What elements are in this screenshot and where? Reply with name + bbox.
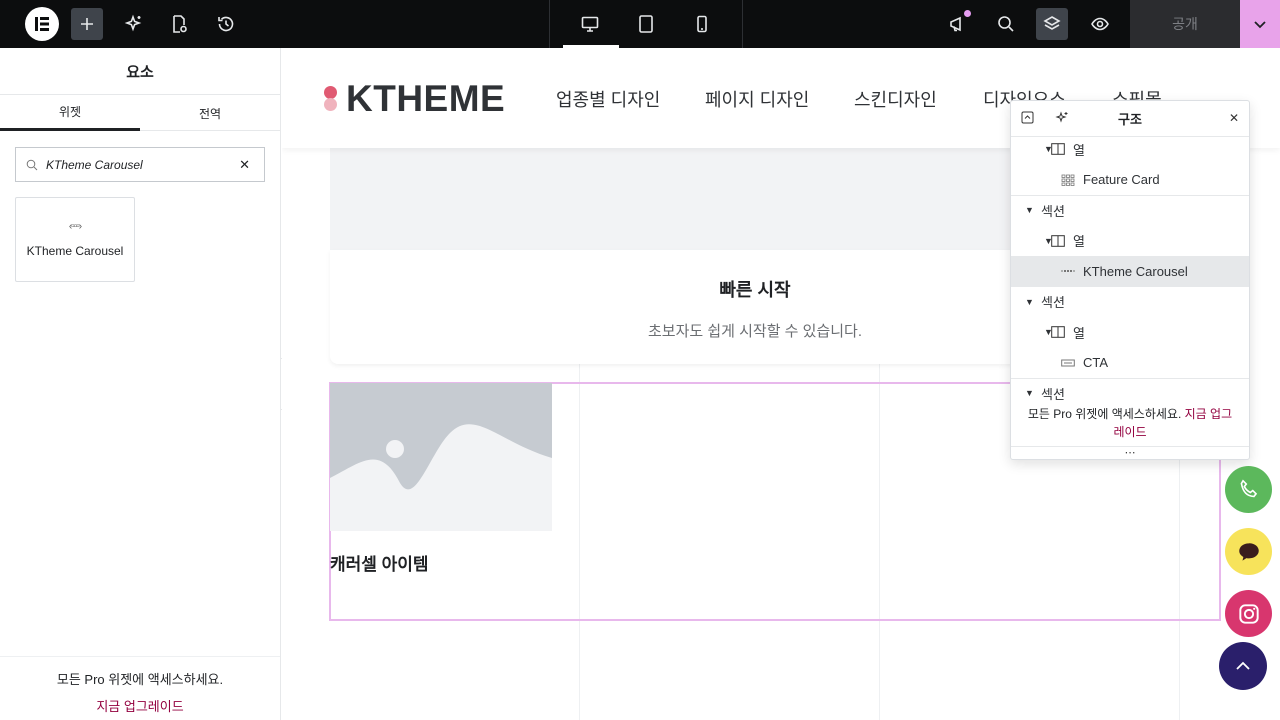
grid-icon <box>1061 174 1075 186</box>
pro-text: 모든 Pro 위젯에 액세스하세요. <box>1027 407 1182 421</box>
nav-item[interactable]: 스킨디자인 <box>854 86 937 112</box>
notification-dot <box>964 10 971 17</box>
widget-ktheme-carousel[interactable]: ‹▫▫▫› KTheme Carousel <box>15 197 135 282</box>
navigator-row[interactable]: ▼ 열 <box>1011 226 1249 256</box>
caret-down-icon[interactable]: ▼ <box>1025 297 1034 307</box>
chevron-down-icon <box>1254 21 1266 29</box>
close-icon[interactable]: ✕ <box>1229 111 1239 125</box>
widget-search-input[interactable] <box>46 157 226 172</box>
tab-global[interactable]: 전역 <box>140 95 280 131</box>
navigator-row-label: 섹션 <box>1041 295 1065 310</box>
navigator-row[interactable]: ▼ 섹션 <box>1011 195 1249 225</box>
navigator-row[interactable]: Feature Card <box>1011 165 1249 195</box>
divider <box>549 0 550 48</box>
pro-upsell: 모든 Pro 위젯에 액세스하세요. 지금 업그레이드 <box>0 656 280 720</box>
nav-item[interactable]: 업종별 디자인 <box>556 86 660 112</box>
cta-icon <box>1061 357 1075 369</box>
more-icon[interactable]: ⋯ <box>1011 446 1249 459</box>
history-button[interactable] <box>210 8 242 40</box>
navigator-row-label: 열 <box>1073 142 1085 158</box>
tablet-view-button[interactable] <box>630 8 662 40</box>
navigator-row-label: CTA <box>1083 355 1109 370</box>
page-settings-icon <box>173 15 187 33</box>
instagram-button[interactable] <box>1225 590 1272 637</box>
editor-top-bar: 공개 <box>0 0 1280 48</box>
tablet-icon <box>639 15 653 33</box>
publish-button[interactable]: 공개 <box>1130 0 1240 48</box>
navigator-row[interactable]: ▼ 열 <box>1011 134 1249 164</box>
navigator-row[interactable]: KTheme Carousel <box>1011 256 1249 286</box>
search-icon <box>998 16 1014 32</box>
search-button[interactable] <box>990 8 1022 40</box>
navigator-row[interactable]: CTA <box>1011 348 1249 378</box>
carousel-item-title: 캐러셀 아이템 <box>330 555 429 574</box>
panel-tabs: 위젯 전역 <box>0 95 280 131</box>
site-logo[interactable]: KTHEME <box>324 78 505 120</box>
add-element-button[interactable] <box>71 8 103 40</box>
divider <box>742 0 743 48</box>
navigator-row-label: 섹션 <box>1041 203 1065 219</box>
navigator-row-label: KTheme Carousel <box>1083 263 1188 279</box>
caret-down-icon[interactable]: ▼ <box>1025 205 1034 215</box>
history-icon <box>218 16 234 32</box>
sparkle-icon <box>124 14 142 32</box>
carousel-icon <box>1061 265 1075 277</box>
logo-dots-icon <box>324 86 340 112</box>
search-icon <box>26 159 38 170</box>
nav-item[interactable]: 페이지 디자인 <box>705 86 809 112</box>
caret-down-icon[interactable]: ▼ <box>1025 388 1034 398</box>
chat-bubble-icon <box>1238 542 1259 561</box>
pro-text: 모든 Pro 위젯에 액세스하세요. <box>56 672 224 687</box>
desktop-icon <box>581 16 599 32</box>
scroll-top-button[interactable] <box>1219 642 1267 690</box>
publish-options-button[interactable] <box>1240 0 1280 48</box>
mobile-icon <box>697 15 707 33</box>
structure-navigator: 구조 ✕ ▼ 열 Feature Card ▼ 섹션 ▼ 열 KTheme Carousel ▼… <box>1010 100 1250 460</box>
navigator-row[interactable]: ▼ 섹션 <box>1011 378 1249 408</box>
preview-button[interactable] <box>1084 8 1116 40</box>
column-icon <box>1051 234 1065 247</box>
eye-icon <box>1091 17 1109 31</box>
navigator-row-label: 열 <box>1073 234 1085 249</box>
structure-button[interactable] <box>1036 8 1068 40</box>
megaphone-icon <box>950 16 961 32</box>
navigator-row[interactable]: ▼ 섹션 <box>1011 287 1249 317</box>
page-settings-button[interactable] <box>163 8 195 40</box>
kakaotalk-button[interactable] <box>1225 528 1272 575</box>
upgrade-link[interactable]: 지금 업그레이드 <box>0 696 280 715</box>
column-icon <box>1051 143 1065 155</box>
layers-icon <box>1043 16 1061 30</box>
column-icon <box>1051 326 1065 338</box>
navigator-row-label: 열 <box>1073 325 1085 341</box>
elementor-logo-icon[interactable] <box>25 7 59 41</box>
navigator-title: 구조 <box>1118 112 1142 127</box>
navigator-pro-upsell: 모든 Pro 위젯에 액세스하세요. 지금 업그레이드 <box>1011 405 1249 441</box>
widget-label: KTheme Carousel <box>26 244 124 258</box>
chevron-up-icon <box>1236 661 1250 670</box>
navigator-header: 구조 ✕ <box>1011 101 1249 137</box>
panel-title: 요소 <box>0 48 280 95</box>
phone-button[interactable] <box>1225 466 1272 513</box>
sparkle-icon[interactable] <box>1055 111 1069 128</box>
image-placeholder-icon <box>330 383 552 531</box>
carousel-icon: ‹▫▫▫› <box>68 221 82 232</box>
navigator-row[interactable]: ▼ 열 <box>1011 317 1249 347</box>
brand-name: KTHEME <box>346 78 506 119</box>
elements-panel: 요소 위젯 전역 ✕ ‹▫▫▫› KTheme Carousel 모든 Pro … <box>0 48 281 720</box>
widget-search: ✕ <box>15 147 265 182</box>
clear-search-icon[interactable]: ✕ <box>239 157 250 173</box>
ai-button[interactable] <box>118 8 150 40</box>
navigator-row-label: 섹션 <box>1041 386 1065 402</box>
tab-widgets[interactable]: 위젯 <box>0 95 140 131</box>
image-placeholder <box>330 383 552 531</box>
instagram-icon <box>1238 603 1259 624</box>
phone-icon <box>1240 478 1257 497</box>
plus-icon <box>81 18 93 30</box>
desktop-view-button[interactable] <box>574 8 606 40</box>
mobile-view-button[interactable] <box>686 8 718 40</box>
navigator-row-label: Feature Card <box>1083 172 1160 187</box>
collapse-all-icon[interactable] <box>1021 111 1034 127</box>
